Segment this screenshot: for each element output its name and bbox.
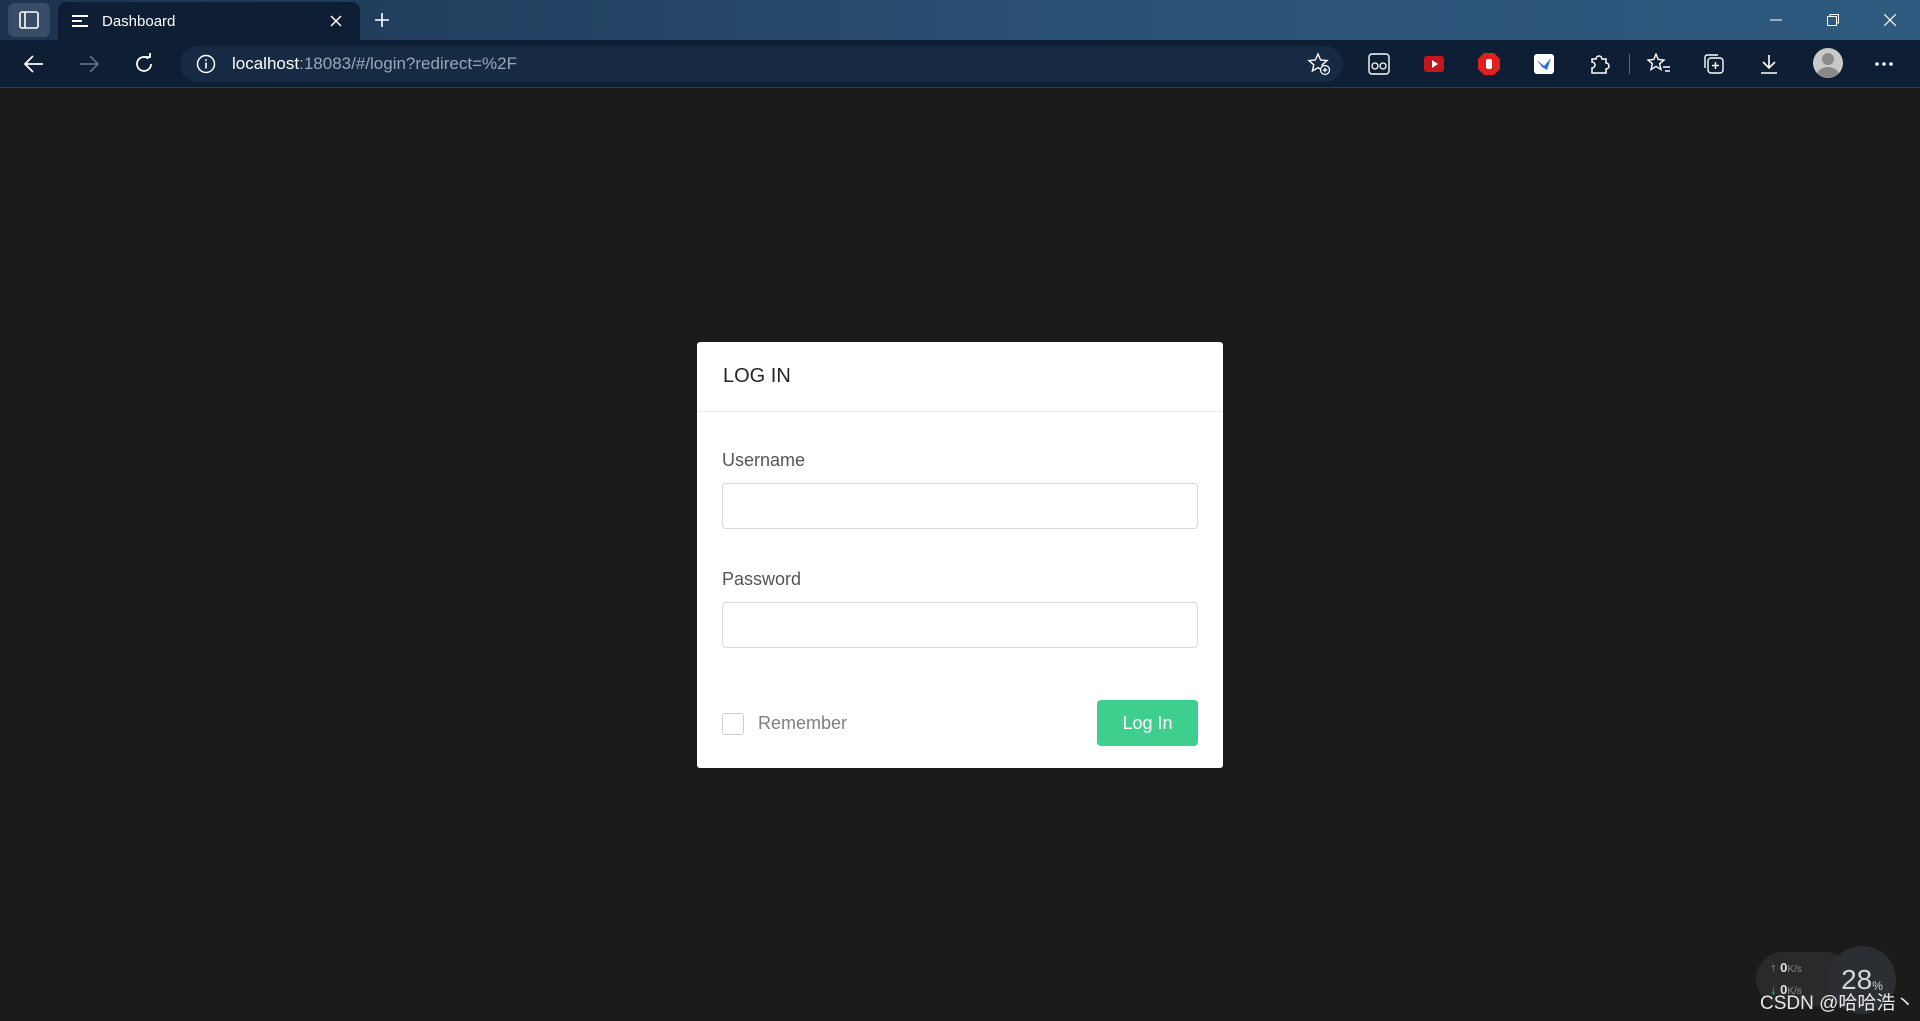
close-window-button[interactable] (1862, 0, 1918, 40)
upload-arrow-icon: ↑ (1770, 960, 1777, 975)
add-favorite-icon[interactable] (1307, 52, 1331, 76)
address-bar[interactable]: localhost:18083/#/login?redirect=%2F (180, 46, 1343, 82)
puzzle-icon (1591, 55, 1610, 74)
close-icon (1884, 14, 1896, 26)
browser-chrome: Dashboard localhost:18083/#/login?redire… (0, 0, 1920, 88)
more-icon (1875, 62, 1893, 66)
reload-button[interactable] (126, 46, 162, 82)
settings-menu-button[interactable] (1870, 50, 1898, 78)
browser-toolbar: localhost:18083/#/login?redirect=%2F (0, 40, 1920, 88)
back-button[interactable] (16, 46, 52, 82)
download-icon (1761, 55, 1777, 74)
upload-speed-unit: K/s (1787, 964, 1802, 975)
tab-actions-button[interactable] (8, 3, 50, 37)
remember-checkbox[interactable] (722, 713, 744, 735)
url-host: localhost (232, 54, 300, 73)
tab-dashboard[interactable]: Dashboard (58, 2, 360, 40)
tab-bar: Dashboard (0, 0, 1920, 40)
extension-bird[interactable] (1530, 50, 1558, 78)
minimize-button[interactable] (1748, 0, 1804, 40)
extension-reader[interactable] (1365, 50, 1393, 78)
favorites-list-icon (1647, 53, 1670, 72)
stop-hand-icon (1478, 53, 1500, 75)
restore-button[interactable] (1805, 0, 1861, 40)
favorites-button[interactable] (1645, 50, 1673, 78)
remember-label[interactable]: Remember (758, 713, 847, 734)
downloads-button[interactable] (1755, 50, 1783, 78)
tab-title: Dashboard (102, 12, 176, 30)
login-form: Username Password (697, 412, 1223, 648)
profile-avatar[interactable] (1813, 48, 1843, 78)
arrow-right-icon (80, 55, 99, 73)
extensions-button[interactable] (1585, 50, 1613, 78)
username-input[interactable] (722, 483, 1198, 529)
username-label: Username (722, 450, 806, 470)
menu-icon (72, 15, 88, 27)
login-card: LOG IN Username Password Remember Log In (697, 342, 1223, 768)
tab-actions-icon (19, 11, 39, 29)
login-button[interactable]: Log In (1097, 700, 1198, 746)
password-input[interactable] (722, 602, 1198, 648)
video-icon (1424, 56, 1444, 72)
collections-button[interactable] (1700, 50, 1728, 78)
restore-icon (1827, 14, 1839, 26)
url-text: localhost:18083/#/login?redirect=%2F (232, 54, 517, 74)
extension-video[interactable] (1420, 50, 1448, 78)
extension-adblock[interactable] (1475, 50, 1503, 78)
login-actions: Remember Log In (722, 700, 1198, 746)
plus-icon (375, 13, 389, 27)
password-label: Password (722, 569, 802, 589)
collections-icon (1704, 54, 1724, 74)
minimize-icon (1770, 19, 1782, 21)
bird-icon (1534, 54, 1554, 74)
toolbar-divider (1629, 54, 1630, 74)
new-tab-button[interactable] (368, 6, 396, 34)
arrow-left-icon (24, 55, 43, 73)
login-title: LOG IN (697, 342, 1223, 412)
upload-speed: ↑ 0K/s (1770, 960, 1802, 975)
watermark-text: CSDN @哈哈浩丶 (1760, 993, 1915, 1014)
reload-icon (136, 53, 152, 72)
glasses-icon (1368, 53, 1390, 75)
forward-button[interactable] (71, 46, 107, 82)
close-tab-icon[interactable] (326, 11, 346, 31)
info-icon[interactable] (196, 54, 216, 74)
url-path: :18083/#/login?redirect=%2F (299, 54, 517, 73)
